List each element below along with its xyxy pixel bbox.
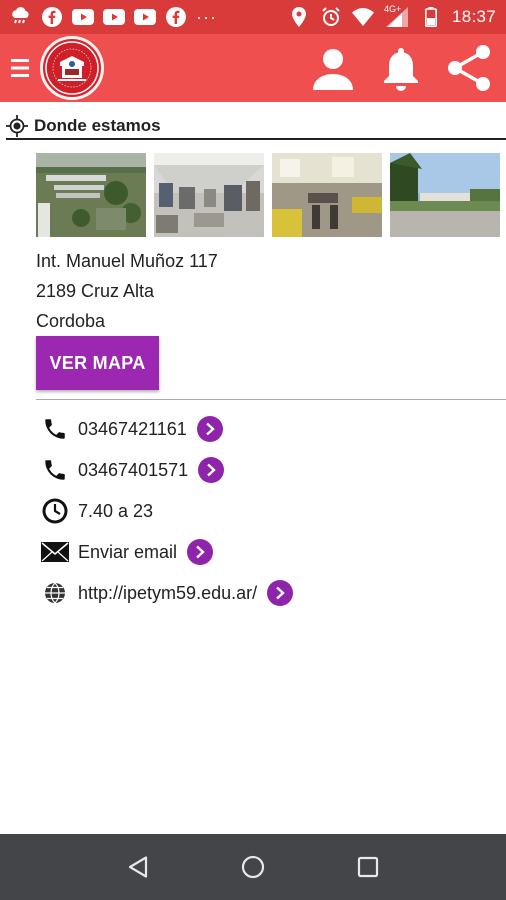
section-title: Donde estamos xyxy=(34,116,161,135)
website-row: http://ipetym59.edu.ar/ xyxy=(40,577,294,609)
address-street: Int. Manuel Muñoz 117 xyxy=(36,251,218,271)
main-content: Donde estamos Int. Manuel Muñoz 117 2189… xyxy=(0,102,506,834)
photo-aerial[interactable] xyxy=(36,153,146,237)
system-nav-bar xyxy=(0,834,506,900)
youtube-icon xyxy=(103,6,125,28)
email-row: Enviar email xyxy=(40,536,214,568)
dining-photo-image xyxy=(272,153,382,237)
facebook-icon xyxy=(165,6,187,28)
address-province: Cordoba xyxy=(36,311,106,331)
logo-emblem-icon xyxy=(45,41,99,95)
facebook-icon xyxy=(41,6,63,28)
wifi-icon xyxy=(351,6,374,28)
profile-button[interactable] xyxy=(306,41,360,95)
phone-icon xyxy=(40,414,70,444)
share-icon xyxy=(448,45,490,91)
clock: 18:37 xyxy=(451,7,496,26)
youtube-icon xyxy=(72,6,94,28)
share-button[interactable] xyxy=(442,41,496,95)
photo-entrance[interactable] xyxy=(390,153,500,237)
chevron-right-icon xyxy=(276,586,285,600)
home-button[interactable] xyxy=(231,845,275,889)
network-type: 4G+ xyxy=(383,4,402,14)
alarm-icon xyxy=(320,6,342,28)
photo-gallery xyxy=(36,153,506,237)
signal-icon: 4G+ xyxy=(383,4,410,28)
app-bar-actions xyxy=(306,41,506,95)
phone-number[interactable]: 03467401571 xyxy=(78,460,188,481)
address-block: Int. Manuel Muñoz 117 2189 Cruz Alta Cor… xyxy=(36,246,218,336)
clock-icon xyxy=(40,496,70,526)
address-city: 2189 Cruz Alta xyxy=(36,281,155,301)
menu-button[interactable] xyxy=(0,34,40,102)
call-action-button[interactable] xyxy=(196,416,223,442)
phone-icon xyxy=(40,455,70,485)
person-icon xyxy=(313,49,353,90)
battery-icon xyxy=(420,6,442,28)
hours-row: 7.40 a 23 xyxy=(40,495,153,527)
chevron-right-icon xyxy=(205,422,215,436)
globe-icon xyxy=(40,578,70,608)
opening-hours: 7.40 a 23 xyxy=(78,500,154,521)
phone-row-2: 03467401571 xyxy=(40,454,225,486)
chevron-right-icon xyxy=(196,545,205,559)
divider xyxy=(36,399,506,400)
phone-number[interactable]: 03467421161 xyxy=(78,419,187,440)
back-button[interactable] xyxy=(116,845,160,889)
mail-icon xyxy=(40,537,70,567)
recents-button[interactable] xyxy=(346,845,390,889)
recents-square-icon xyxy=(358,856,379,878)
status-bar: ··· 4G+ 18:37 xyxy=(0,0,506,34)
aerial-photo-image xyxy=(36,153,146,237)
notification-icons: ··· xyxy=(10,6,217,28)
youtube-icon xyxy=(134,6,156,28)
school-logo[interactable] xyxy=(40,36,104,100)
my-location-icon xyxy=(6,115,28,137)
back-triangle-icon xyxy=(128,856,147,878)
system-icons: 4G+ 18:37 xyxy=(288,4,496,28)
entrance-photo-image xyxy=(390,153,500,237)
photo-dining-room[interactable] xyxy=(272,153,382,237)
website-link[interactable]: http://ipetym59.edu.ar/ xyxy=(78,583,257,604)
phone-row-1: 03467421161 xyxy=(40,413,223,445)
view-map-button[interactable]: VER MAPA xyxy=(36,336,159,390)
app-bar xyxy=(0,34,506,102)
hamburger-icon xyxy=(11,59,29,77)
location-icon xyxy=(288,6,310,28)
photo-workshop[interactable] xyxy=(154,153,264,237)
home-circle-icon xyxy=(241,855,265,879)
chevron-right-icon xyxy=(207,463,216,477)
notifications-button[interactable] xyxy=(374,41,428,95)
call-action-button[interactable] xyxy=(198,457,225,483)
send-email-link[interactable]: Enviar email xyxy=(78,542,177,563)
workshop-photo-image xyxy=(154,153,264,237)
more-notifications-icon: ··· xyxy=(196,6,217,27)
weather-icon xyxy=(10,6,32,28)
email-action-button[interactable] xyxy=(187,539,214,565)
section-header: Donde estamos xyxy=(6,114,506,140)
bell-icon xyxy=(384,48,418,91)
website-action-button[interactable] xyxy=(267,580,294,606)
